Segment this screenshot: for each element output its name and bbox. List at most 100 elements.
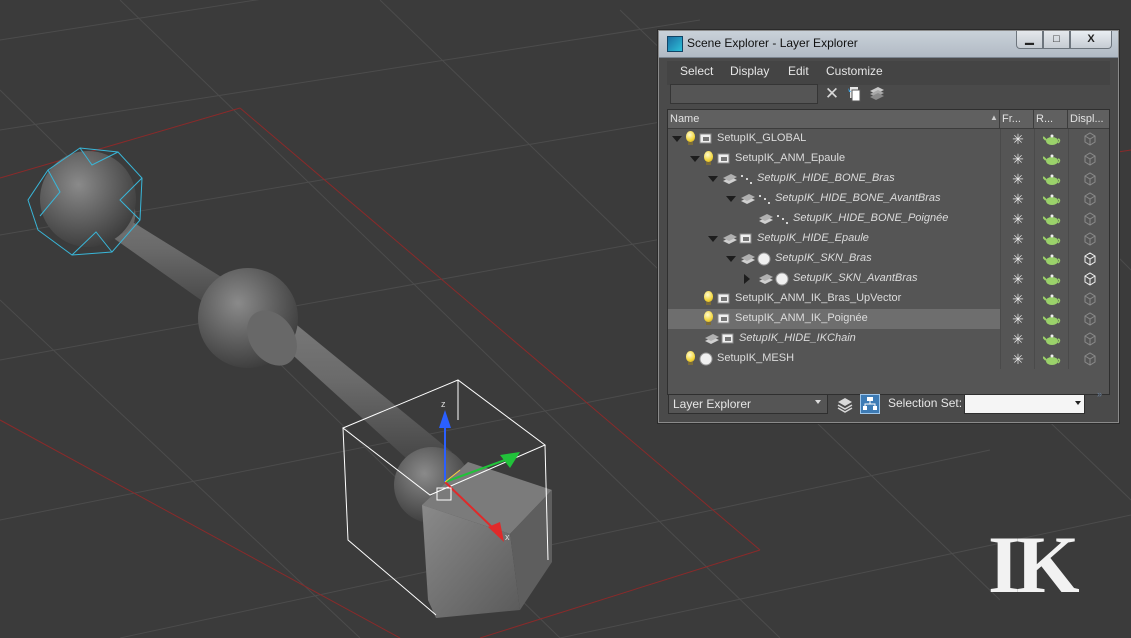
sort-ascending-icon[interactable]: ▲ xyxy=(990,113,998,122)
select-by-name-icon[interactable] xyxy=(846,85,864,103)
layers-icon[interactable] xyxy=(868,85,886,103)
more-options-icon[interactable]: » xyxy=(1097,389,1102,399)
freeze-toggle[interactable]: ✳ xyxy=(1000,169,1034,189)
freeze-toggle[interactable]: ✳ xyxy=(1000,349,1034,369)
expand-arrow-icon[interactable] xyxy=(744,274,750,284)
render-teapot-icon[interactable] xyxy=(1043,331,1061,347)
collapse-arrow-icon[interactable] xyxy=(672,136,682,142)
layer-name-cell[interactable]: SetupIK_MESH xyxy=(668,349,1000,369)
render-toggle[interactable] xyxy=(1034,349,1068,369)
display-mode-toggle[interactable] xyxy=(1068,269,1109,289)
freeze-snowflake-icon[interactable]: ✳ xyxy=(1010,190,1026,208)
render-toggle[interactable] xyxy=(1034,229,1068,249)
layer-row[interactable]: SetupIK_ANM_IK_Poignée ✳ xyxy=(668,309,1109,329)
display-box-icon[interactable] xyxy=(1082,191,1098,207)
layer-name-cell[interactable]: SetupIK_ANM_IK_Poignée xyxy=(668,309,1000,329)
hierarchy-icon[interactable] xyxy=(860,394,880,414)
explorer-mode-dropdown[interactable]: Layer Explorer xyxy=(668,394,828,414)
layer-name-cell[interactable]: SetupIK_ANM_Epaule xyxy=(668,149,1000,169)
hidden-layer-icon[interactable] xyxy=(704,331,720,347)
display-box-icon[interactable] xyxy=(1082,271,1098,287)
display-mode-toggle[interactable] xyxy=(1068,169,1109,189)
layer-row[interactable]: SetupIK_HIDE_BONE_AvantBras ✳ xyxy=(668,189,1109,209)
menu-select[interactable]: Select xyxy=(680,64,713,78)
render-toggle[interactable] xyxy=(1034,289,1068,309)
freeze-snowflake-icon[interactable]: ✳ xyxy=(1010,330,1026,348)
render-toggle[interactable] xyxy=(1034,309,1068,329)
display-mode-toggle[interactable] xyxy=(1068,349,1109,369)
render-toggle[interactable] xyxy=(1034,129,1068,149)
render-teapot-icon[interactable] xyxy=(1043,151,1061,167)
render-toggle[interactable] xyxy=(1034,269,1068,289)
hidden-layer-icon[interactable] xyxy=(722,231,738,247)
active-layer-bulb-icon[interactable] xyxy=(704,291,713,302)
selection-set-arrow-icon[interactable] xyxy=(1075,401,1081,405)
layer-name-cell[interactable]: SetupIK_SKN_Bras xyxy=(668,249,1000,269)
render-toggle[interactable] xyxy=(1034,169,1068,189)
layer-name-cell[interactable]: SetupIK_GLOBAL xyxy=(668,129,1000,149)
display-mode-toggle[interactable] xyxy=(1068,289,1109,309)
layer-name-cell[interactable]: SetupIK_HIDE_BONE_AvantBras xyxy=(668,189,1000,209)
freeze-snowflake-icon[interactable]: ✳ xyxy=(1010,210,1026,228)
render-teapot-icon[interactable] xyxy=(1043,211,1061,227)
layer-name-cell[interactable]: SetupIK_HIDE_BONE_Bras xyxy=(668,169,1000,189)
render-teapot-icon[interactable] xyxy=(1043,351,1061,367)
render-teapot-icon[interactable] xyxy=(1043,131,1061,147)
render-toggle[interactable] xyxy=(1034,329,1068,349)
display-box-icon[interactable] xyxy=(1082,231,1098,247)
arm-rig-mesh[interactable]: z x xyxy=(27,147,552,618)
clear-icon[interactable]: ✕ xyxy=(824,84,840,104)
maximize-button[interactable]: □ xyxy=(1043,31,1070,49)
hidden-layer-icon[interactable] xyxy=(758,271,774,287)
minimize-button[interactable]: ▁ xyxy=(1016,31,1043,49)
dropdown-arrow-icon[interactable] xyxy=(815,400,821,404)
display-mode-toggle[interactable] xyxy=(1068,149,1109,169)
freeze-snowflake-icon[interactable]: ✳ xyxy=(1010,290,1026,308)
menu-customize[interactable]: Customize xyxy=(826,64,883,78)
freeze-snowflake-icon[interactable]: ✳ xyxy=(1010,230,1026,248)
active-layer-bulb-icon[interactable] xyxy=(686,131,695,142)
display-mode-toggle[interactable] xyxy=(1068,329,1109,349)
render-teapot-icon[interactable] xyxy=(1043,191,1061,207)
column-name[interactable]: Name xyxy=(668,110,1000,128)
render-teapot-icon[interactable] xyxy=(1043,271,1061,287)
layer-row[interactable]: SetupIK_SKN_Bras ✳ xyxy=(668,249,1109,269)
column-freeze[interactable]: Fr... xyxy=(1000,110,1034,128)
layer-tree[interactable]: Name ▲ Fr... R... Displ... SetupIK_GLOBA… xyxy=(667,109,1110,395)
layer-name-cell[interactable]: SetupIK_HIDE_Epaule xyxy=(668,229,1000,249)
collapse-arrow-icon[interactable] xyxy=(726,196,736,202)
freeze-toggle[interactable]: ✳ xyxy=(1000,209,1034,229)
render-toggle[interactable] xyxy=(1034,209,1068,229)
close-button[interactable]: X xyxy=(1070,31,1112,49)
freeze-toggle[interactable]: ✳ xyxy=(1000,229,1034,249)
display-box-icon[interactable] xyxy=(1082,131,1098,147)
layer-name-cell[interactable]: SetupIK_ANM_IK_Bras_UpVector xyxy=(668,289,1000,309)
freeze-toggle[interactable]: ✳ xyxy=(1000,329,1034,349)
freeze-toggle[interactable]: ✳ xyxy=(1000,189,1034,209)
column-display[interactable]: Displ... xyxy=(1068,110,1109,128)
display-box-icon[interactable] xyxy=(1082,331,1098,347)
render-teapot-icon[interactable] xyxy=(1043,251,1061,267)
hidden-layer-icon[interactable] xyxy=(758,211,774,227)
collapse-arrow-icon[interactable] xyxy=(726,256,736,262)
display-mode-toggle[interactable] xyxy=(1068,189,1109,209)
collapse-arrow-icon[interactable] xyxy=(708,176,718,182)
layer-name-cell[interactable]: SetupIK_HIDE_BONE_Poignée xyxy=(668,209,1000,229)
layer-row[interactable]: SetupIK_HIDE_BONE_Poignée ✳ xyxy=(668,209,1109,229)
layer-stack-icon[interactable] xyxy=(836,395,854,413)
freeze-toggle[interactable]: ✳ xyxy=(1000,269,1034,289)
layer-row[interactable]: SetupIK_ANM_Epaule ✳ xyxy=(668,149,1109,169)
layer-row[interactable]: SetupIK_GLOBAL ✳ xyxy=(668,129,1109,149)
render-teapot-icon[interactable] xyxy=(1043,291,1061,307)
active-layer-bulb-icon[interactable] xyxy=(704,151,713,162)
selection-set-dropdown[interactable] xyxy=(964,394,1085,414)
display-mode-toggle[interactable] xyxy=(1068,129,1109,149)
display-box-icon[interactable] xyxy=(1082,311,1098,327)
display-box-icon[interactable] xyxy=(1082,211,1098,227)
hidden-layer-icon[interactable] xyxy=(740,251,756,267)
freeze-snowflake-icon[interactable]: ✳ xyxy=(1010,270,1026,288)
freeze-snowflake-icon[interactable]: ✳ xyxy=(1010,130,1026,148)
render-teapot-icon[interactable] xyxy=(1043,311,1061,327)
render-toggle[interactable] xyxy=(1034,149,1068,169)
display-box-icon[interactable] xyxy=(1082,171,1098,187)
